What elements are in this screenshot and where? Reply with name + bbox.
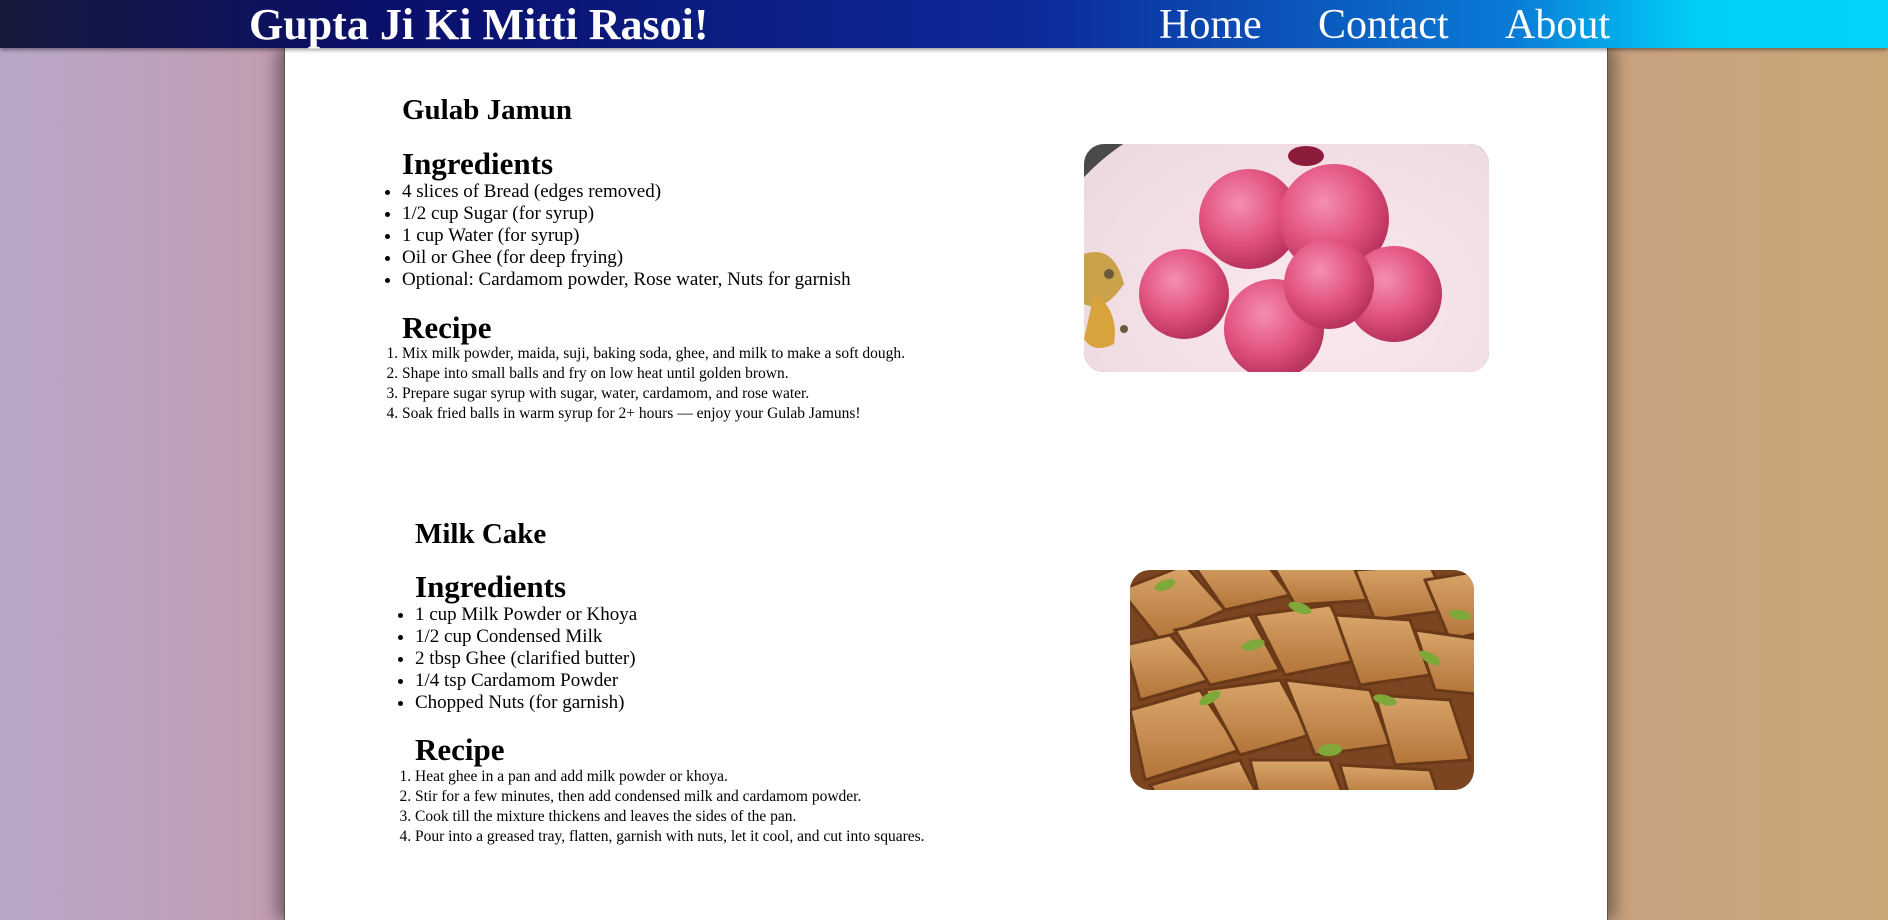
list-item: 2 tbsp Ghee (clarified butter) — [415, 648, 637, 670]
recipe-steps: Heat ghee in a pan and add milk powder o… — [415, 767, 925, 847]
list-item: Chopped Nuts (for garnish) — [415, 692, 637, 714]
dish-title: Milk Cake — [415, 518, 547, 550]
recipe-heading: Recipe — [415, 732, 505, 767]
ingredients-list: 1 cup Milk Powder or Khoya 1/2 cup Conde… — [415, 604, 637, 714]
ingredients-heading: Ingredients — [415, 569, 567, 604]
list-item: 1/2 cup Condensed Milk — [415, 626, 637, 648]
list-item: Optional: Cardamom powder, Rose water, N… — [402, 269, 851, 291]
dish-title: Gulab Jamun — [402, 94, 573, 126]
list-item: Heat ghee in a pan and add milk powder o… — [415, 767, 925, 787]
list-item: Pour into a greased tray, flatten, garni… — [415, 827, 925, 847]
list-item: 1/2 cup Sugar (for syrup) — [402, 203, 851, 225]
list-item: 4 slices of Bread (edges removed) — [402, 181, 851, 203]
main-content: Gulab Jamun Ingredients 4 slices of Brea… — [284, 48, 1608, 920]
list-item: Cook till the mixture thickens and leave… — [415, 807, 925, 827]
site-title: Gupta Ji Ki Mitti Rasoi! — [249, 0, 709, 49]
list-item: 1 cup Water (for syrup) — [402, 225, 851, 247]
list-item: Prepare sugar syrup with sugar, water, c… — [402, 384, 905, 404]
milk-cake-photo — [1130, 570, 1474, 790]
list-item: 1 cup Milk Powder or Khoya — [415, 604, 637, 626]
list-item: Mix milk powder, maida, suji, baking sod… — [402, 344, 905, 364]
gulab-jamun-photo — [1084, 144, 1489, 372]
list-item: Soak fried balls in warm syrup for 2+ ho… — [402, 404, 905, 424]
recipe-steps: Mix milk powder, maida, suji, baking sod… — [402, 344, 905, 424]
nav-link-about[interactable]: About — [1505, 0, 1610, 51]
ingredients-heading: Ingredients — [402, 146, 554, 181]
recipe-heading: Recipe — [402, 310, 492, 345]
list-item: Oil or Ghee (for deep frying) — [402, 247, 851, 269]
nav-link-contact[interactable]: Contact — [1318, 0, 1449, 51]
ingredients-list: 4 slices of Bread (edges removed) 1/2 cu… — [402, 181, 851, 291]
list-item: 1/4 tsp Cardamom Powder — [415, 670, 637, 692]
list-item: Shape into small balls and fry on low he… — [402, 364, 905, 384]
nav-link-home[interactable]: Home — [1159, 0, 1262, 51]
list-item: Stir for a few minutes, then add condens… — [415, 787, 925, 807]
top-navbar: Gupta Ji Ki Mitti Rasoi! Home Contact Ab… — [0, 0, 1888, 51]
